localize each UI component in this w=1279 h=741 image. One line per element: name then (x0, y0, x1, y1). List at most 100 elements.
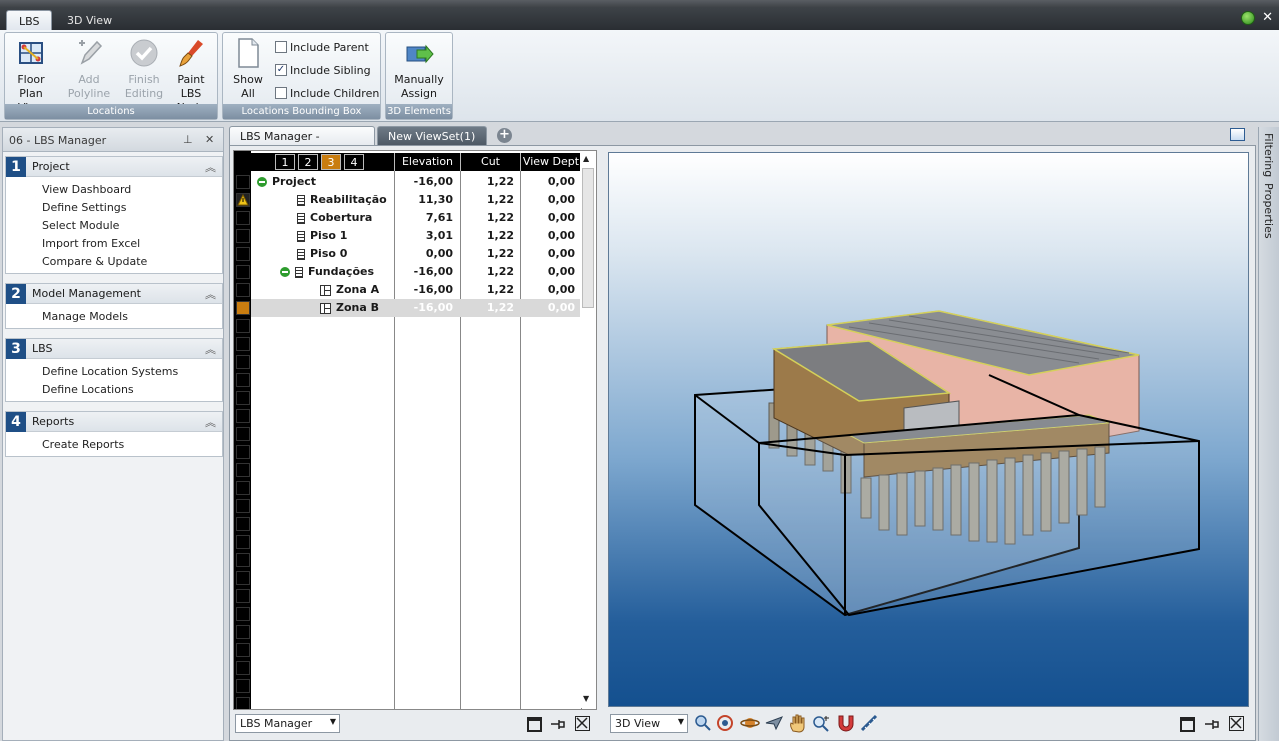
level-button-4[interactable]: 4 (344, 154, 364, 170)
gutter-cell[interactable] (236, 265, 250, 279)
gutter-cell[interactable] (236, 661, 250, 675)
level-button-1[interactable]: 1 (275, 154, 295, 170)
gutter-cell[interactable] (236, 409, 250, 423)
measure-icon[interactable] (860, 714, 878, 732)
gutter-cell[interactable] (236, 697, 250, 709)
tree-row-fundacoes[interactable]: Fundações -16,00 1,22 0,00 (251, 263, 581, 281)
3d-viewport[interactable] (608, 152, 1249, 707)
include-sibling-box[interactable]: ✓ (275, 64, 287, 76)
pan-hand-icon[interactable] (788, 713, 805, 733)
include-children-box[interactable] (275, 87, 287, 99)
gutter-cell[interactable] (236, 607, 250, 621)
fly-icon[interactable] (764, 714, 784, 731)
gutter-cell[interactable] (236, 625, 250, 639)
collapse-chevron-icon[interactable]: ︽ (205, 341, 216, 357)
scrollbar-thumb[interactable] (582, 168, 594, 308)
scroll-down-icon[interactable]: ▼ (583, 694, 589, 703)
gutter-cell[interactable] (236, 319, 250, 333)
manually-assign-button[interactable]: Manually Assign (390, 37, 448, 101)
maximize-icon[interactable] (527, 717, 542, 732)
link-create-reports[interactable]: Create Reports (6, 436, 222, 454)
gutter-cell[interactable] (236, 463, 250, 477)
zoom-icon[interactable] (812, 714, 829, 732)
link-view-dashboard[interactable]: View Dashboard (6, 181, 222, 199)
orbit-icon[interactable] (716, 714, 733, 731)
help-icon[interactable] (1241, 11, 1255, 25)
tree-row-zona-a[interactable]: Zona A -16,00 1,22 0,00 (251, 281, 581, 299)
link-select-module[interactable]: Select Module (6, 217, 222, 235)
section-header-lbs[interactable]: 3 LBS ︽ (6, 338, 222, 359)
include-parent-checkbox[interactable]: Include Parent (275, 39, 369, 55)
tab-new-viewset[interactable]: New ViewSet(1) (377, 126, 487, 145)
column-header-cut[interactable]: Cut (460, 153, 520, 171)
link-define-locations[interactable]: Define Locations (6, 381, 222, 399)
link-define-location-systems[interactable]: Define Location Systems (6, 363, 222, 381)
gutter-cell[interactable] (236, 589, 250, 603)
link-define-settings[interactable]: Define Settings (6, 199, 222, 217)
gutter-cell[interactable] (236, 391, 250, 405)
close-icon[interactable]: ✕ (1262, 10, 1273, 25)
gutter-cell[interactable] (236, 553, 250, 567)
properties-tab[interactable]: Properties (1262, 183, 1275, 239)
collapse-chevron-icon[interactable]: ︽ (205, 159, 216, 175)
scroll-up-icon[interactable]: ▲ (583, 154, 589, 163)
pane-layout-icon[interactable] (1230, 128, 1245, 141)
include-parent-box[interactable] (275, 41, 287, 53)
gutter-cell[interactable] (236, 445, 250, 459)
gutter-cell[interactable] (236, 373, 250, 387)
show-all-button[interactable]: Show All (225, 37, 271, 101)
gutter-cell[interactable] (236, 517, 250, 531)
close-panel-icon[interactable]: ✕ (205, 133, 214, 146)
zoom-extents-icon[interactable] (694, 714, 711, 731)
gutter-cell[interactable] (236, 679, 250, 693)
include-sibling-checkbox[interactable]: ✓ Include Sibling (275, 62, 371, 78)
pin-icon[interactable] (550, 717, 565, 732)
gutter-cell[interactable] (236, 643, 250, 657)
collapse-icon[interactable] (257, 177, 267, 187)
section-header-reports[interactable]: 4 Reports ︽ (6, 411, 222, 432)
gutter-cell[interactable] (236, 247, 250, 261)
maximize-icon[interactable] (1180, 717, 1195, 732)
ribbon-tab-lbs[interactable]: LBS (6, 10, 53, 30)
tree-row-reabilitacao[interactable]: Reabilitação 11,30 1,22 0,00 (251, 191, 581, 209)
include-children-checkbox[interactable]: Include Children (275, 85, 379, 101)
pin-icon[interactable] (1204, 717, 1219, 732)
gutter-cell[interactable] (236, 355, 250, 369)
column-header-view-depth[interactable]: View Dept (520, 153, 581, 171)
filtering-tab[interactable]: Filtering (1262, 133, 1275, 177)
collapse-chevron-icon[interactable]: ︽ (205, 286, 216, 302)
level-button-2[interactable]: 2 (298, 154, 318, 170)
gutter-cell[interactable] (236, 337, 250, 351)
tree-row-project[interactable]: Project -16,00 1,22 0,00 (251, 173, 581, 191)
tree-row-piso-1[interactable]: Piso 1 3,01 1,22 0,00 (251, 227, 581, 245)
gutter-cell[interactable] (236, 499, 250, 513)
tree-view-selector[interactable]: LBS Manager ▼ (235, 714, 340, 733)
magnet-icon[interactable] (836, 714, 854, 732)
tab-lbs-manager[interactable]: LBS Manager - Modified (229, 126, 375, 156)
tree-row-piso-0[interactable]: Piso 0 0,00 1,22 0,00 (251, 245, 581, 263)
tree-row-cobertura[interactable]: Cobertura 7,61 1,22 0,00 (251, 209, 581, 227)
gutter-cell[interactable] (236, 535, 250, 549)
collapse-chevron-icon[interactable]: ︽ (205, 414, 216, 430)
gutter-cell[interactable] (236, 571, 250, 585)
pin-icon[interactable]: ⊥ (183, 133, 193, 146)
gutter-cell[interactable] (236, 283, 250, 297)
add-polyline-button[interactable]: Add Polyline (57, 37, 121, 101)
planet-icon[interactable] (740, 714, 760, 729)
gutter-cell[interactable] (236, 481, 250, 495)
link-compare-update[interactable]: Compare & Update (6, 253, 222, 271)
gutter-cell[interactable] (236, 229, 250, 243)
collapse-icon[interactable] (280, 267, 290, 277)
close-icon[interactable] (575, 716, 590, 731)
finish-editing-button[interactable]: Finish Editing (123, 37, 165, 101)
column-header-elevation[interactable]: Elevation (394, 153, 460, 171)
gutter-cell-selected[interactable] (236, 301, 250, 315)
level-button-3[interactable]: 3 (321, 154, 341, 170)
tree-row-zona-b[interactable]: Zona B -16,00 1,22 0,00 (251, 299, 581, 317)
view-selector[interactable]: 3D View ▼ (610, 714, 688, 733)
link-manage-models[interactable]: Manage Models (6, 308, 222, 326)
section-header-model-management[interactable]: 2 Model Management ︽ (6, 283, 222, 304)
close-icon[interactable] (1229, 716, 1244, 731)
section-header-project[interactable]: 1 Project ︽ (6, 156, 222, 177)
gutter-cell[interactable] (236, 211, 250, 225)
